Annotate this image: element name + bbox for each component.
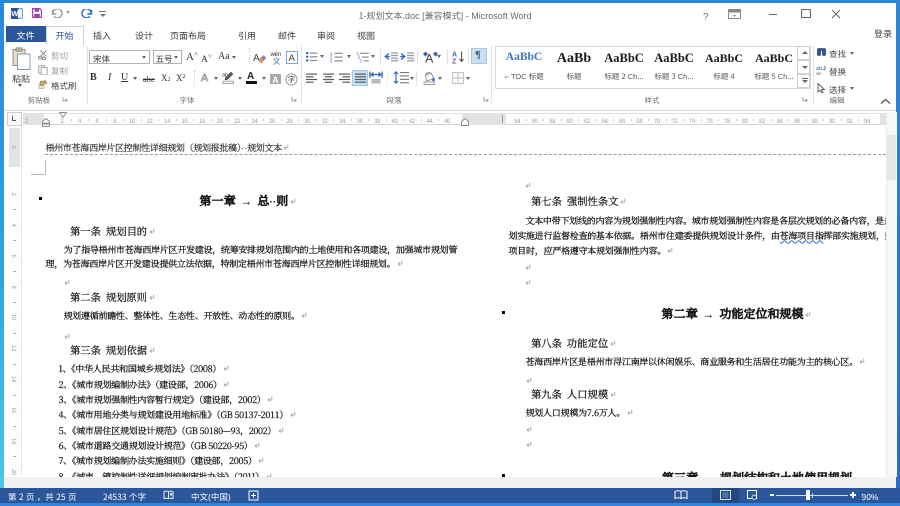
- svg-text:字: 字: [287, 74, 295, 85]
- svg-text:W: W: [11, 9, 19, 18]
- svg-text:3: 3: [360, 58, 363, 63]
- svg-text:3: 3: [330, 58, 333, 63]
- svg-text:Z: Z: [452, 58, 457, 64]
- svg-text:A: A: [452, 51, 457, 58]
- svg-text:A: A: [253, 53, 260, 64]
- svg-text:ac: ac: [816, 72, 822, 76]
